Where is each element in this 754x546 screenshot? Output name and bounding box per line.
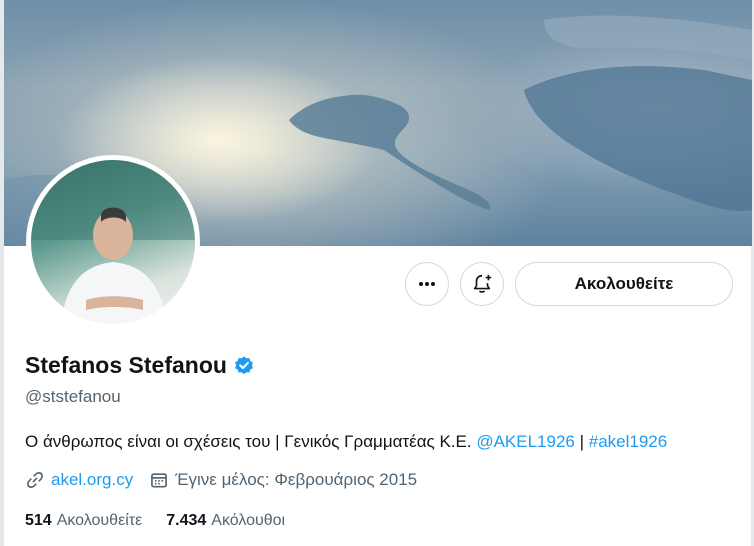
profile-bio: Ο άνθρωπος είναι οι σχέσεις του | Γενικό… [25,432,667,452]
website-item: akel.org.cy [25,470,133,490]
more-icon [419,282,435,286]
profile-stats: 514 Ακολουθείτε 7.434 Ακόλουθοι [25,512,309,530]
following-stat[interactable]: 514 Ακολουθείτε [25,512,142,530]
following-count: 514 [25,512,52,529]
profile-actions: Ακολουθείτε [0,262,754,308]
joined-date: Έγινε μέλος: Φεβρουάριος 2015 [175,470,418,489]
following-button[interactable]: Ακολουθείτε [515,262,733,306]
following-label: Ακολουθείτε [56,512,143,529]
profile-page: Ακολουθείτε Stefanos Stefanou @ststefano… [0,0,754,546]
profile-handle: @ststefanou [25,387,121,406]
website-link[interactable]: akel.org.cy [51,470,133,490]
profile-name: Stefanos Stefanou [25,352,227,378]
calendar-icon [151,473,168,488]
profile-name-row: Stefanos Stefanou [25,352,255,379]
bio-text: Ο άνθρωπος είναι οι σχέσεις του | Γενικό… [25,432,477,451]
joined-item: Έγινε μέλος: Φεβρουάριος 2015 [149,470,417,490]
bio-mention-link[interactable]: @AKEL1926 [476,432,575,451]
followers-label: Ακόλουθοι [211,512,286,529]
verified-badge-icon[interactable] [233,355,255,377]
followers-stat[interactable]: 7.434 Ακόλουθοι [166,512,285,530]
more-button[interactable] [405,262,449,306]
profile-meta: akel.org.cy Έγινε μέλος: Φεβρουάριος 201… [25,470,433,490]
bio-separator: | [574,432,589,451]
link-icon [27,472,43,488]
bio-hashtag-link[interactable]: #akel1926 [589,432,667,451]
notifications-button[interactable] [460,262,504,306]
followers-count: 7.434 [166,512,207,529]
bell-plus-icon [473,274,492,293]
